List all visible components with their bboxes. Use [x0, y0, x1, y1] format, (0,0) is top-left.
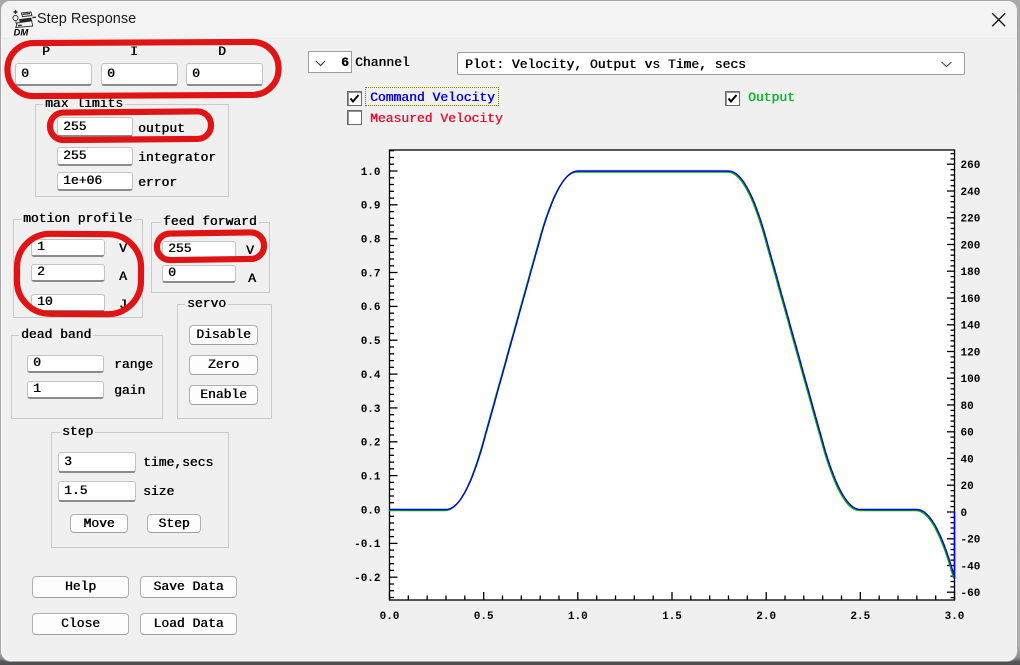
svg-text:40: 40 — [961, 454, 974, 466]
svg-text:100: 100 — [961, 374, 981, 386]
svg-text:0: 0 — [961, 508, 968, 520]
svg-text:0.1: 0.1 — [361, 471, 381, 483]
svg-text:240: 240 — [961, 187, 981, 199]
svg-text:0.9: 0.9 — [361, 201, 381, 213]
svg-text:180: 180 — [961, 267, 981, 279]
svg-text:0.4: 0.4 — [361, 370, 381, 382]
svg-text:0.5: 0.5 — [361, 336, 381, 348]
svg-text:0.2: 0.2 — [361, 438, 381, 450]
svg-text:0.0: 0.0 — [361, 505, 381, 517]
svg-text:220: 220 — [961, 214, 981, 226]
svg-text:1.0: 1.0 — [361, 167, 381, 179]
svg-text:0.3: 0.3 — [361, 404, 381, 416]
svg-text:0.0: 0.0 — [380, 611, 400, 623]
svg-text:20: 20 — [961, 481, 974, 493]
svg-text:200: 200 — [961, 240, 981, 252]
svg-text:140: 140 — [961, 321, 981, 333]
svg-text:-40: -40 — [961, 561, 981, 573]
svg-text:-0.1: -0.1 — [354, 539, 381, 551]
svg-text:260: 260 — [961, 160, 981, 172]
svg-text:160: 160 — [961, 294, 981, 306]
svg-text:0.8: 0.8 — [361, 235, 381, 247]
svg-text:60: 60 — [961, 428, 974, 440]
svg-text:2.5: 2.5 — [850, 611, 870, 623]
svg-text:1.0: 1.0 — [568, 611, 588, 623]
svg-text:2.0: 2.0 — [756, 611, 776, 623]
svg-text:80: 80 — [961, 401, 974, 413]
svg-text:-60: -60 — [961, 588, 981, 600]
svg-text:0.6: 0.6 — [361, 302, 381, 314]
svg-text:0.5: 0.5 — [474, 611, 494, 623]
svg-text:0.7: 0.7 — [361, 268, 381, 280]
svg-text:-0.2: -0.2 — [354, 573, 380, 585]
svg-text:3.0: 3.0 — [945, 611, 965, 623]
svg-text:120: 120 — [961, 347, 981, 359]
svg-text:1.5: 1.5 — [662, 611, 682, 623]
svg-text:-20: -20 — [961, 535, 981, 547]
